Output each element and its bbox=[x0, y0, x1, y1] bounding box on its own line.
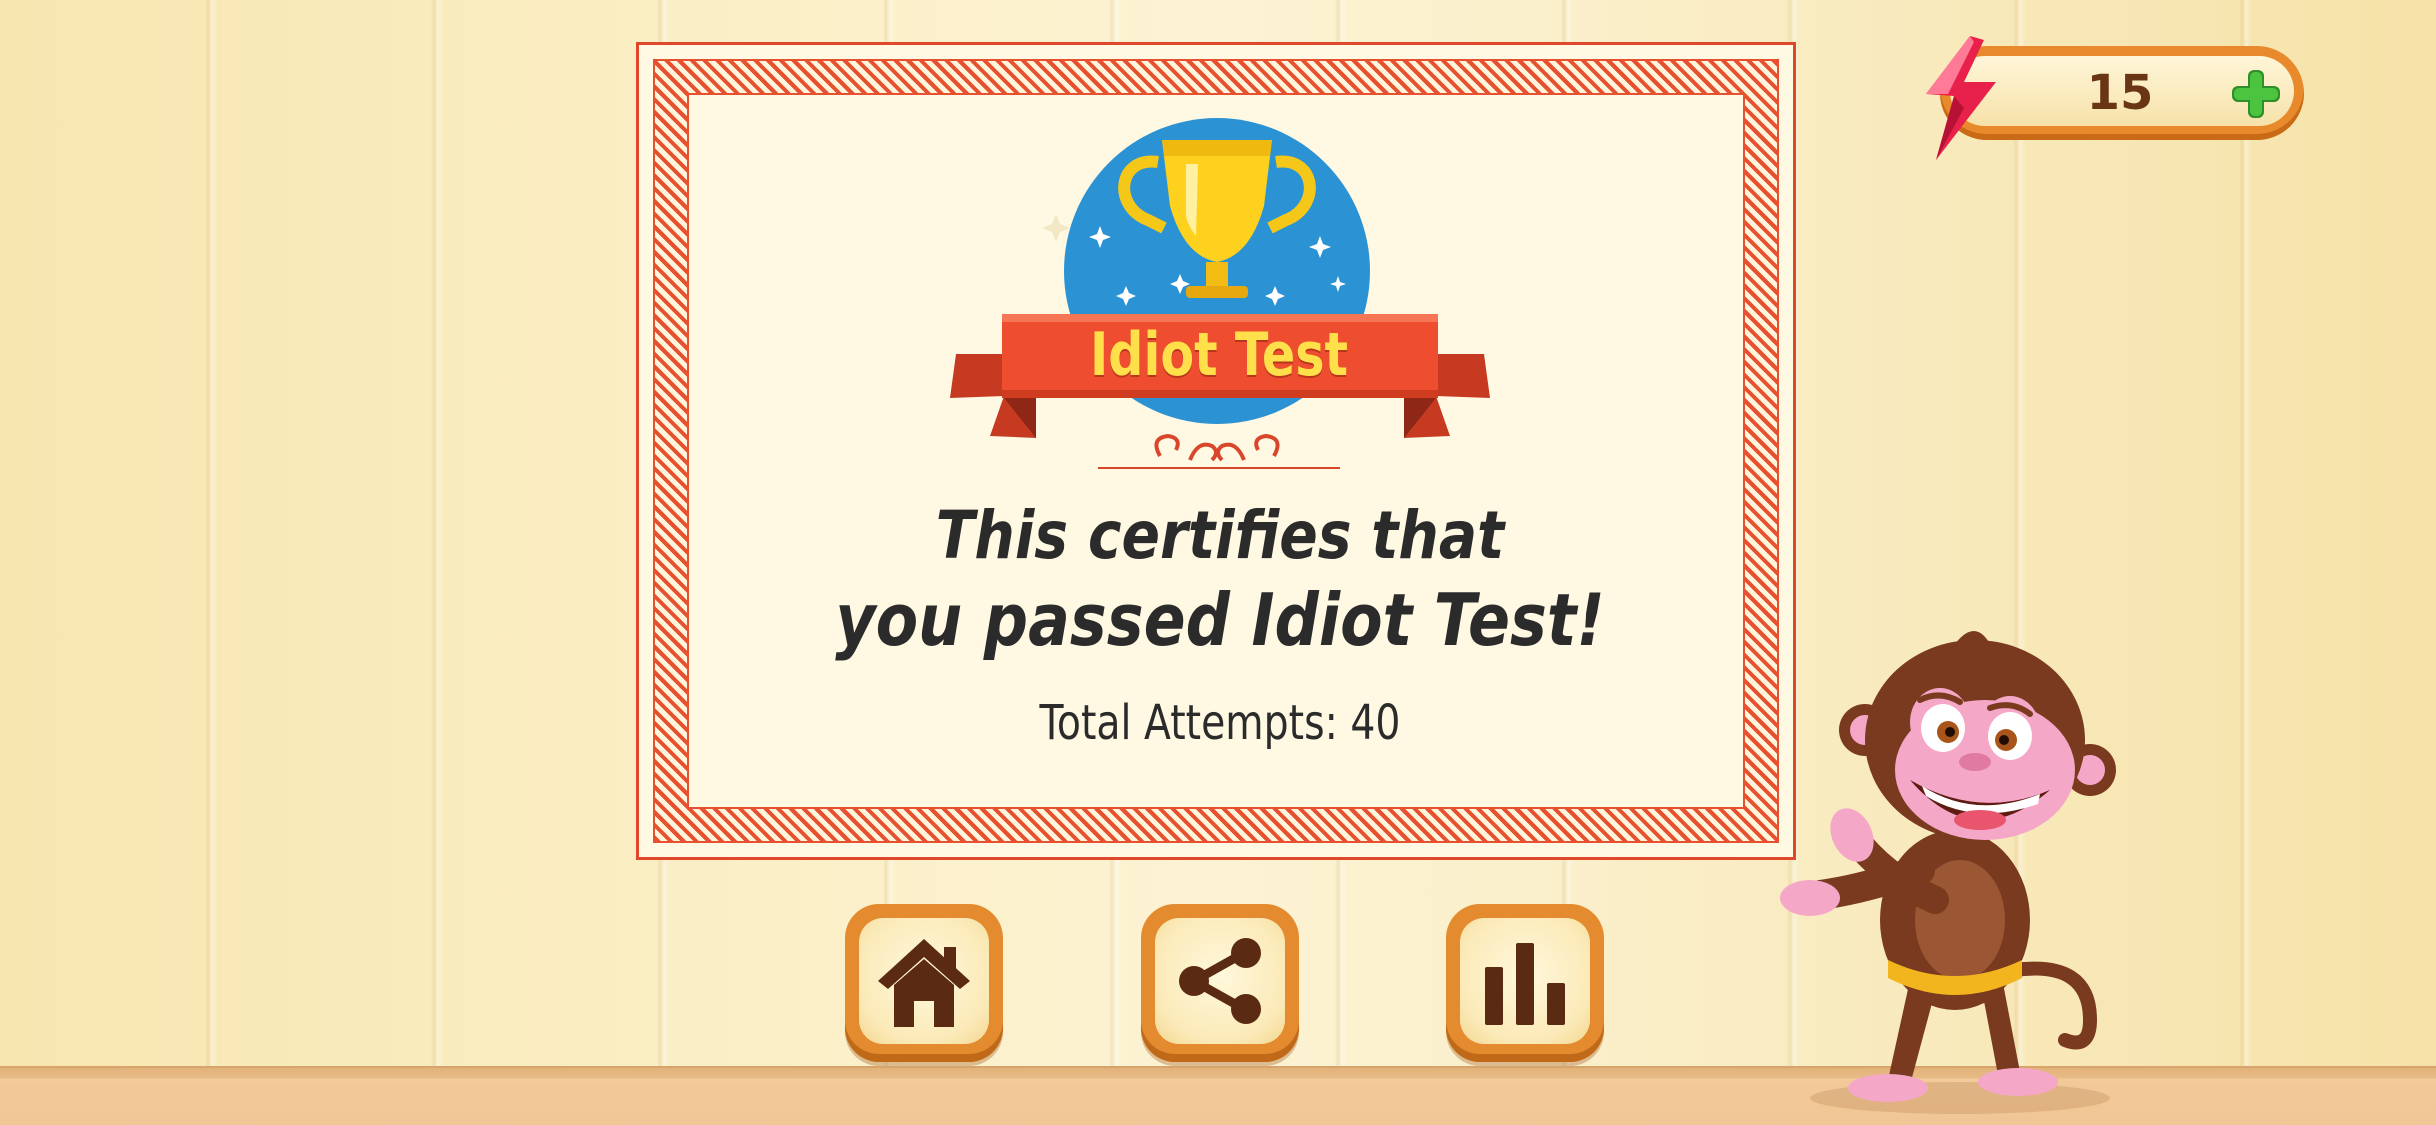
certificate-text-line-1: This certifies that bbox=[935, 497, 1505, 574]
trophy-icon bbox=[950, 118, 1490, 469]
home-button[interactable] bbox=[845, 904, 1003, 1062]
bar-chart-icon bbox=[1485, 943, 1565, 1025]
certificate-badge-title: Idiot Test bbox=[1089, 320, 1349, 390]
stats-button[interactable] bbox=[1446, 904, 1604, 1062]
game-screen: Idiot Test This certifies that you passe… bbox=[0, 0, 2436, 1125]
lightning-bolt-icon bbox=[1926, 36, 1996, 160]
plus-icon bbox=[2232, 70, 2280, 118]
home-icon bbox=[878, 939, 970, 1027]
certificate-text-line-2: you passed Idiot Test! bbox=[835, 578, 1605, 662]
total-attempts-label: Total Attempts: 40 bbox=[1039, 695, 1401, 751]
share-button[interactable] bbox=[1141, 904, 1299, 1062]
share-icon bbox=[1179, 938, 1261, 1024]
energy-count: 15 bbox=[2086, 65, 2154, 121]
add-energy-button[interactable] bbox=[2226, 64, 2286, 124]
monkey-mascot bbox=[1780, 631, 2116, 1114]
